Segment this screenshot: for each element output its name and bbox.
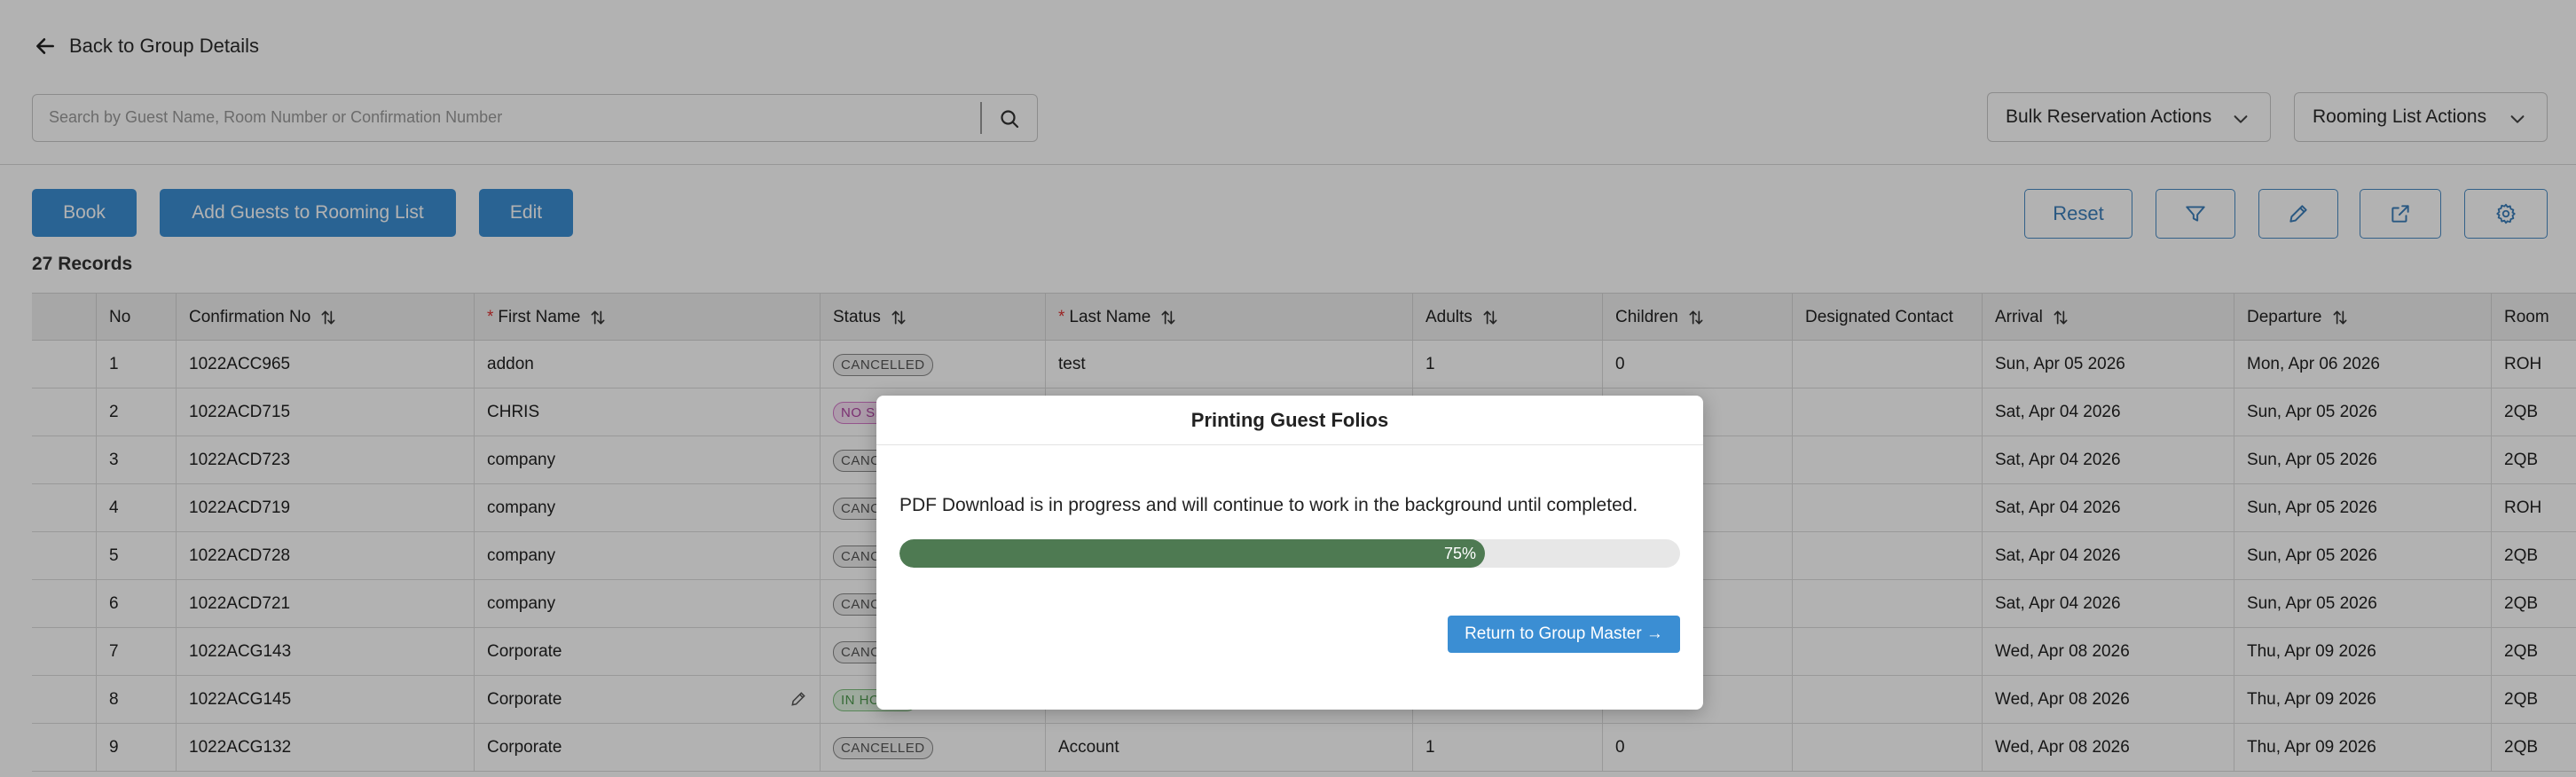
modal-message: PDF Download is in progress and will con…	[899, 495, 1638, 515]
progress-label: 75%	[1444, 544, 1477, 562]
printing-guest-folios-modal: Printing Guest Folios PDF Download is in…	[876, 396, 1703, 710]
progress-fill	[899, 539, 1485, 568]
return-to-group-master-button[interactable]: Return to Group Master →	[1448, 616, 1680, 653]
rooming-list-page: Back to Group Details Bulk Reservation A…	[0, 0, 2576, 777]
modal-title: Printing Guest Folios	[876, 396, 1703, 445]
progress-bar: 75%	[899, 539, 1680, 568]
